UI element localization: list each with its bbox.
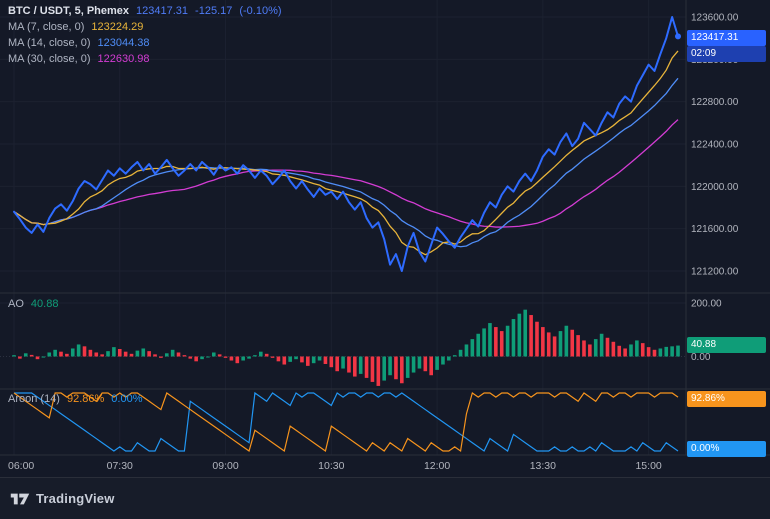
last-price-badge: 123417.31 — [687, 30, 766, 46]
symbol-title[interactable]: BTC / USDT, 5, Phemex — [8, 5, 129, 17]
aroon-legend-row[interactable]: Aroon (14) 92.86% 0.00% — [8, 391, 143, 407]
countdown-badge: 02:09 — [687, 46, 766, 62]
ma7-legend-row[interactable]: MA (7, close, 0) 123224.29 — [8, 19, 282, 35]
aroon-legend: Aroon (14) 92.86% 0.00% — [8, 391, 143, 407]
ao-legend: AO 40.88 — [8, 296, 58, 312]
last-price-text: 123417.31 — [136, 5, 188, 17]
svg-text:06:00: 06:00 — [8, 460, 34, 472]
svg-text:122000.00: 122000.00 — [691, 182, 739, 193]
svg-text:122800.00: 122800.00 — [691, 97, 739, 108]
aroon-down-value: 0.00% — [111, 393, 142, 405]
aroon-label: Aroon (14) — [8, 393, 60, 405]
ao-value: 40.88 — [31, 298, 59, 310]
bottom-toolbar: TradingView — [0, 477, 770, 519]
ma14-label: MA (14, close, 0) — [8, 37, 91, 49]
ma30-legend-row[interactable]: MA (30, close, 0) 122630.98 — [8, 51, 282, 67]
main-legend: BTC / USDT, 5, Phemex 123417.31 -125.17 … — [8, 3, 282, 67]
tradingview-logo[interactable]: TradingView — [10, 491, 115, 507]
tradingview-brand-text: TradingView — [36, 491, 115, 506]
aroon-up-value: 92.86% — [67, 393, 104, 405]
svg-text:121200.00: 121200.00 — [691, 267, 739, 278]
tradingview-mark-icon — [10, 491, 30, 507]
svg-text:07:30: 07:30 — [107, 460, 133, 472]
svg-text:15:00: 15:00 — [635, 460, 661, 472]
ma7-label: MA (7, close, 0) — [8, 21, 84, 33]
svg-text:09:00: 09:00 — [212, 460, 238, 472]
ao-legend-row[interactable]: AO 40.88 — [8, 296, 58, 312]
ao-label: AO — [8, 298, 24, 310]
aroon-down-badge: 0.00% — [687, 441, 766, 457]
svg-text:200.00: 200.00 — [691, 299, 722, 310]
trading-chart-window: 121200.00 121600.00 122000.00 122400.00 1228… — [0, 0, 770, 519]
svg-text:13:30: 13:30 — [530, 460, 556, 472]
symbol-row[interactable]: BTC / USDT, 5, Phemex 123417.31 -125.17 … — [8, 3, 282, 19]
svg-text:122400.00: 122400.00 — [691, 140, 739, 151]
ma7-value: 123224.29 — [91, 21, 143, 33]
svg-text:121600.00: 121600.00 — [691, 224, 739, 235]
svg-text:0.00: 0.00 — [691, 352, 711, 363]
ma14-value: 123044.38 — [98, 37, 150, 49]
ao-value-badge: 40.88 — [687, 337, 766, 353]
price-change-text: -125.17 — [195, 5, 232, 17]
ma30-label: MA (30, close, 0) — [8, 53, 91, 65]
ma14-legend-row[interactable]: MA (14, close, 0) 123044.38 — [8, 35, 282, 51]
svg-text:12:00: 12:00 — [424, 460, 450, 472]
svg-text:10:30: 10:30 — [318, 460, 344, 472]
price-change-pct-text: (-0.10%) — [239, 5, 281, 17]
ma30-value: 122630.98 — [98, 53, 150, 65]
aroon-up-badge: 92.86% — [687, 391, 766, 407]
svg-text:123600.00: 123600.00 — [691, 13, 739, 24]
